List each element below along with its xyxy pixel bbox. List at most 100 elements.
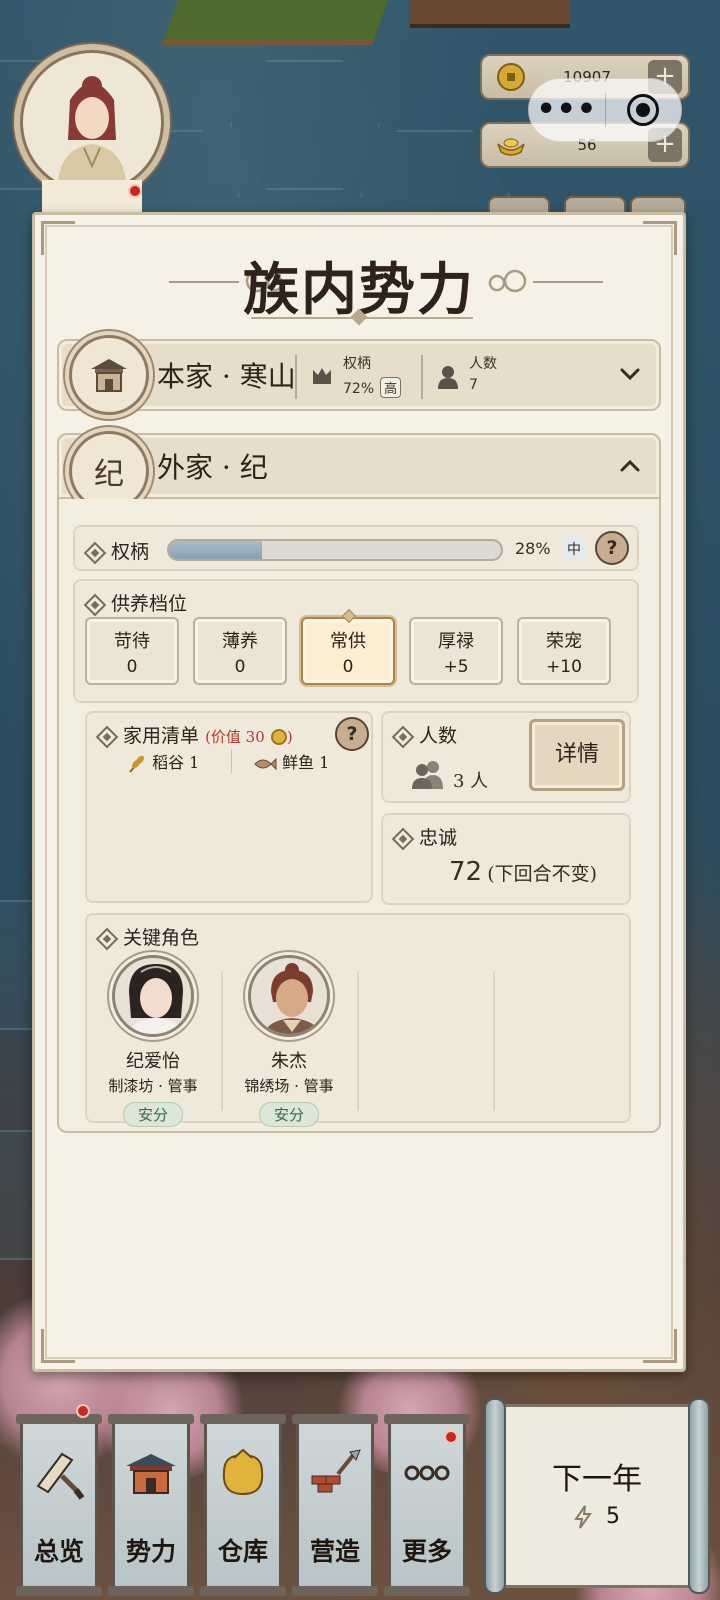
miniprogram-capsule: ••• — [528, 78, 682, 142]
main-members-stat: 人数 7 — [469, 353, 497, 393]
gold-ingot-icon — [497, 138, 525, 156]
nav-label: 总览 — [33, 1537, 84, 1566]
character-role: 制漆坊 · 管事 — [108, 1077, 198, 1095]
members-heading: 人数 — [391, 721, 457, 749]
nav-warehouse-button[interactable]: 仓库 — [200, 1414, 286, 1596]
lady-portrait-icon — [127, 964, 185, 1034]
main-power-level-badge: 高 — [380, 377, 402, 398]
diamond-bullet-icon — [95, 725, 119, 749]
nav-label: 仓库 — [217, 1537, 268, 1566]
power-progress-bar — [167, 539, 503, 561]
nav-build-button[interactable]: 营造 — [292, 1414, 378, 1596]
scroll-cap — [200, 1414, 286, 1424]
power-level-badge: 中 — [563, 538, 585, 560]
household-item-label: 稻谷 1 — [152, 753, 200, 772]
scroll-cap — [16, 1586, 102, 1596]
more-icon — [404, 1465, 450, 1481]
outer-family-emblem-char: 纪 — [94, 457, 124, 492]
tier-label: 荣宠 — [546, 631, 582, 652]
tier-value: +10 — [546, 657, 582, 677]
character-role: 锦绣场 · 管事 — [244, 1077, 334, 1095]
map-tile — [410, 0, 570, 28]
tier-option[interactable]: 薄养 0 — [193, 617, 287, 685]
support-heading: 供养档位 — [83, 589, 187, 617]
diamond-bullet-icon — [83, 593, 107, 617]
energy-value: 5 — [606, 1504, 620, 1529]
main-family-emblem — [69, 335, 149, 415]
people-icon — [412, 761, 443, 789]
divider — [357, 971, 359, 1111]
main-members-label: 人数 — [469, 356, 497, 372]
tier-label: 薄养 — [222, 631, 258, 652]
members-card: 人数 3 人 详情 — [381, 711, 631, 803]
faction-panel: 族内势力 本家 · 寒山 权柄 72% 高 人数 7 纪 外家 · 纪 权柄 2… — [32, 212, 686, 1372]
chevron-up-icon[interactable] — [619, 455, 641, 477]
tier-value: 0 — [126, 657, 138, 677]
support-tier-card: 供养档位 苛待 0 薄养 0 常供 0 厚禄 +5 荣宠 +10 — [73, 579, 639, 703]
scroll-cap — [384, 1414, 470, 1424]
nav-label: 势力 — [125, 1537, 176, 1566]
scroll-cap — [16, 1414, 102, 1424]
grain-icon — [129, 755, 144, 773]
tier-option[interactable]: 苛待 0 — [85, 617, 179, 685]
diamond-bullet-icon — [391, 725, 415, 749]
lightning-icon — [574, 1505, 592, 1529]
warehouse-icon — [222, 1448, 264, 1496]
portrait-icon — [58, 76, 126, 180]
household-value-close: ) — [286, 728, 293, 746]
power-value: 28% — [515, 539, 551, 558]
nav-overview-button[interactable]: 总览 — [16, 1414, 102, 1596]
character-status-badge: 安分 — [258, 1102, 319, 1127]
divider — [231, 749, 232, 773]
key-role-item[interactable]: 朱杰 锦绣场 · 管事 安分 — [229, 955, 349, 1127]
household-item: 稻谷 1 — [127, 749, 199, 774]
character-portrait — [248, 955, 330, 1037]
tier-value: 0 — [234, 657, 246, 677]
divider — [221, 971, 223, 1111]
tier-option-selected[interactable]: 常供 0 — [301, 608, 395, 685]
tier-value: +5 — [443, 657, 469, 677]
power-progress-fill — [169, 541, 262, 559]
corner-ornament — [41, 1329, 75, 1363]
chevron-down-icon[interactable] — [619, 363, 641, 385]
key-roles-heading: 关键角色 — [95, 923, 200, 951]
household-help-button[interactable]: ? — [335, 717, 369, 751]
divider — [295, 355, 297, 399]
close-target-icon[interactable] — [606, 94, 682, 126]
household-value: (价值 30 — [205, 728, 265, 746]
player-avatar[interactable] — [20, 50, 164, 194]
notification-dot — [76, 1404, 90, 1418]
tier-label: 苛待 — [114, 631, 150, 652]
faction-icon — [126, 1454, 176, 1494]
next-year-label: 下一年 — [552, 1462, 642, 1497]
power-heading: 权柄 — [83, 537, 150, 565]
main-family-row[interactable]: 本家 · 寒山 权柄 72% 高 人数 7 — [57, 335, 661, 415]
more-dots-icon[interactable]: ••• — [529, 78, 605, 142]
next-year-button[interactable]: 下一年 5 — [484, 1398, 710, 1594]
tier-option[interactable]: 荣宠 +10 — [517, 617, 611, 685]
nav-more-button[interactable]: 更多 — [384, 1414, 470, 1596]
nav-label: 更多 — [401, 1537, 452, 1566]
tier-option[interactable]: 厚禄 +5 — [409, 617, 503, 685]
divider — [493, 971, 495, 1111]
scroll-cap — [200, 1586, 286, 1596]
copper-coin-icon — [497, 63, 525, 91]
nav-faction-button[interactable]: 势力 — [108, 1414, 194, 1596]
power-help-button[interactable]: ? — [595, 531, 629, 565]
diamond-bullet-icon — [391, 827, 415, 851]
character-portrait — [112, 955, 194, 1037]
build-icon — [311, 1449, 361, 1493]
tier-value: 0 — [342, 657, 354, 677]
outer-family-row[interactable]: 纪 外家 · 纪 — [57, 431, 661, 511]
nav-label: 营造 — [309, 1537, 360, 1566]
household-list-card: 家用清单 (价值 30 ) ? 稻谷 1 鲜鱼 1 — [85, 711, 373, 903]
main-power-label: 权柄 — [343, 356, 371, 372]
household-item: 鲜鱼 1 — [253, 749, 329, 773]
tier-label: 常供 — [330, 631, 366, 652]
outer-family-name: 外家 · 纪 — [157, 451, 268, 484]
details-button[interactable]: 详情 — [529, 719, 625, 791]
key-roles-label: 关键角色 — [123, 927, 200, 949]
key-roles-card: 关键角色 纪爱怡 制漆坊 · 管事 安分 朱杰 锦绣场 · 管事 安分 — [85, 913, 631, 1127]
key-role-item[interactable]: 纪爱怡 制漆坊 · 管事 安分 — [93, 955, 213, 1127]
power-label: 权柄 — [111, 541, 150, 563]
